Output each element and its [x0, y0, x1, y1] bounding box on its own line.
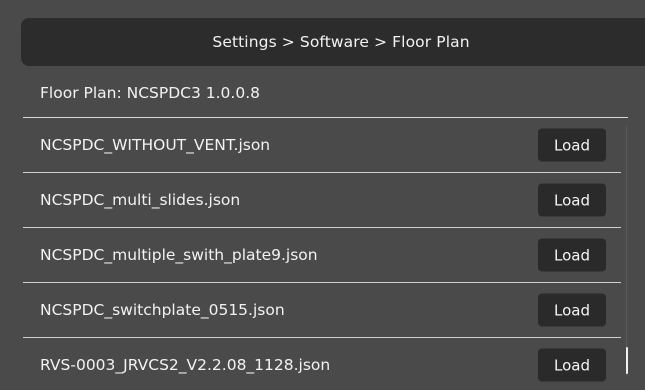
file-name: NCSPDC_multiple_swith_plate9.json — [40, 246, 318, 264]
load-button[interactable]: Load — [538, 183, 606, 217]
load-button[interactable]: Load — [538, 238, 606, 272]
breadcrumb: Settings > Software > Floor Plan — [212, 33, 470, 51]
file-name: NCSPDC_switchplate_0515.json — [40, 301, 285, 319]
current-floor-plan-label: Floor Plan: NCSPDC3 1.0.0.8 — [40, 84, 260, 102]
list-item: NCSPDC_multiple_swith_plate9.json Load — [23, 228, 621, 283]
list-item: NCSPDC_switchplate_0515.json Load — [23, 283, 621, 338]
list-item: NCSPDC_multi_slides.json Load — [23, 173, 621, 228]
list-item: RVS-0003_JRVCS2_V2.2.08_1128.json Load — [23, 338, 621, 390]
file-name: NCSPDC_WITHOUT_VENT.json — [40, 136, 271, 154]
floor-plan-file-list: NCSPDC_WITHOUT_VENT.json Load NCSPDC_mul… — [23, 118, 621, 390]
list-item: NCSPDC_WITHOUT_VENT.json Load — [23, 118, 621, 173]
load-button[interactable]: Load — [538, 128, 606, 162]
load-button[interactable]: Load — [538, 348, 606, 382]
scrollbar-track[interactable] — [626, 126, 627, 376]
scrollbar-thumb[interactable] — [626, 347, 628, 374]
header-bar: Settings > Software > Floor Plan — [21, 18, 645, 66]
file-name: RVS-0003_JRVCS2_V2.2.08_1128.json — [40, 356, 331, 374]
load-button[interactable]: Load — [538, 293, 606, 327]
floor-plan-settings-panel: Settings > Software > Floor Plan Floor P… — [0, 0, 645, 390]
file-name: NCSPDC_multi_slides.json — [40, 191, 241, 209]
